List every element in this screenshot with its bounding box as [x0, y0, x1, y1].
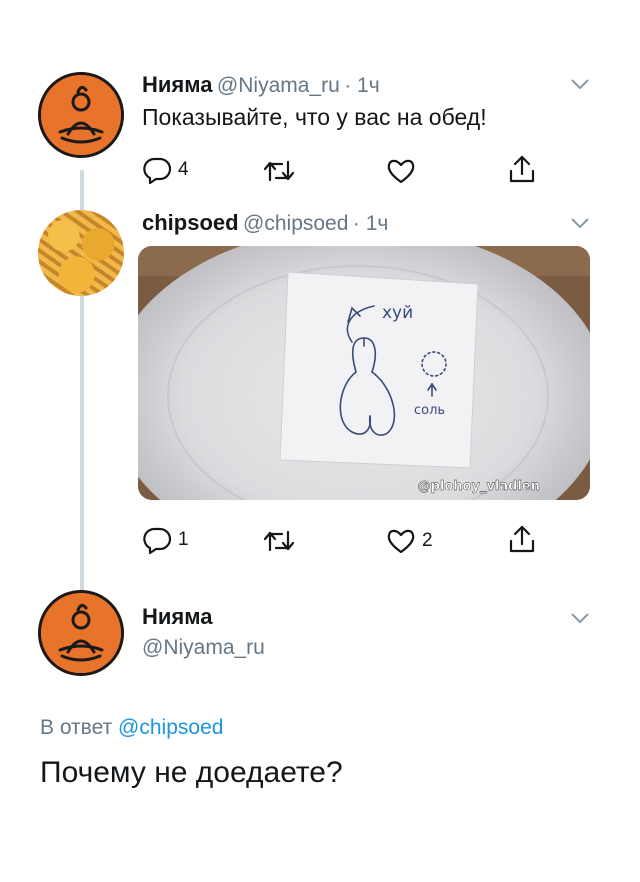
share-button[interactable]: [508, 154, 536, 184]
retweet-icon: [263, 530, 295, 552]
note-word-2: соль: [414, 403, 445, 418]
like-count: 2: [422, 530, 433, 551]
tweet-text: Показывайте, что у вас на обед!: [142, 104, 487, 130]
photo-plate: хуй соль @plohoy_vladlen: [138, 246, 590, 500]
avatar[interactable]: [38, 590, 124, 676]
reply-count: 1: [178, 529, 189, 550]
like-button[interactable]: [386, 157, 416, 185]
tweet-niyama[interactable]: Нияма @Niyama_ru · 1ч Показывайте, что у…: [0, 0, 640, 200]
author-handle[interactable]: @chipsoed: [243, 212, 348, 235]
share-button[interactable]: [508, 524, 536, 554]
author-name[interactable]: Нияма: [142, 72, 212, 97]
reply-button[interactable]: 4: [142, 156, 189, 184]
share-icon: [509, 525, 535, 553]
author-handle[interactable]: @Niyama_ru: [142, 636, 265, 660]
retweet-icon: [263, 160, 295, 182]
like-button[interactable]: 2: [386, 527, 433, 555]
reply-icon: [143, 157, 172, 184]
avatar[interactable]: [38, 72, 124, 158]
retweet-button[interactable]: [262, 528, 296, 554]
niyama-logo-icon: [41, 75, 121, 155]
tweet-time[interactable]: · 1ч: [344, 74, 379, 97]
niyama-logo-icon: [41, 593, 121, 673]
tweet-niyama-reply[interactable]: Нияма @Niyama_ru В ответ @chipsoed Почем…: [0, 590, 640, 820]
tweet-time[interactable]: · 1ч: [353, 212, 388, 235]
author-name[interactable]: chipsoed: [142, 210, 239, 235]
reply-prefix: В ответ: [40, 716, 113, 739]
author-handle[interactable]: @Niyama_ru: [217, 74, 340, 97]
retweet-button[interactable]: [262, 158, 296, 184]
reply-context: В ответ @chipsoed: [40, 716, 223, 740]
reply-to-link[interactable]: @chipsoed: [118, 716, 223, 739]
heart-icon: [387, 529, 415, 554]
tweet-image[interactable]: хуй соль @plohoy_vladlen: [138, 246, 590, 500]
note-word-1: хуй: [382, 303, 413, 323]
reply-icon: [143, 527, 172, 554]
heart-icon: [387, 159, 415, 184]
chevron-down-icon[interactable]: [570, 217, 590, 229]
reply-button[interactable]: 1: [142, 526, 189, 554]
author-name[interactable]: Нияма: [142, 604, 212, 630]
tweet-chipsoed[interactable]: chipsoed @chipsoed · 1ч хуй соль @plohoy…: [0, 200, 640, 580]
image-watermark: @plohoy_vladlen: [418, 479, 540, 494]
avatar[interactable]: [38, 210, 124, 296]
chevron-down-icon[interactable]: [570, 78, 590, 90]
share-icon: [509, 155, 535, 183]
reply-count: 4: [178, 159, 189, 180]
tweet-text: Почему не доедаете?: [40, 756, 343, 789]
chevron-down-icon[interactable]: [570, 612, 590, 624]
